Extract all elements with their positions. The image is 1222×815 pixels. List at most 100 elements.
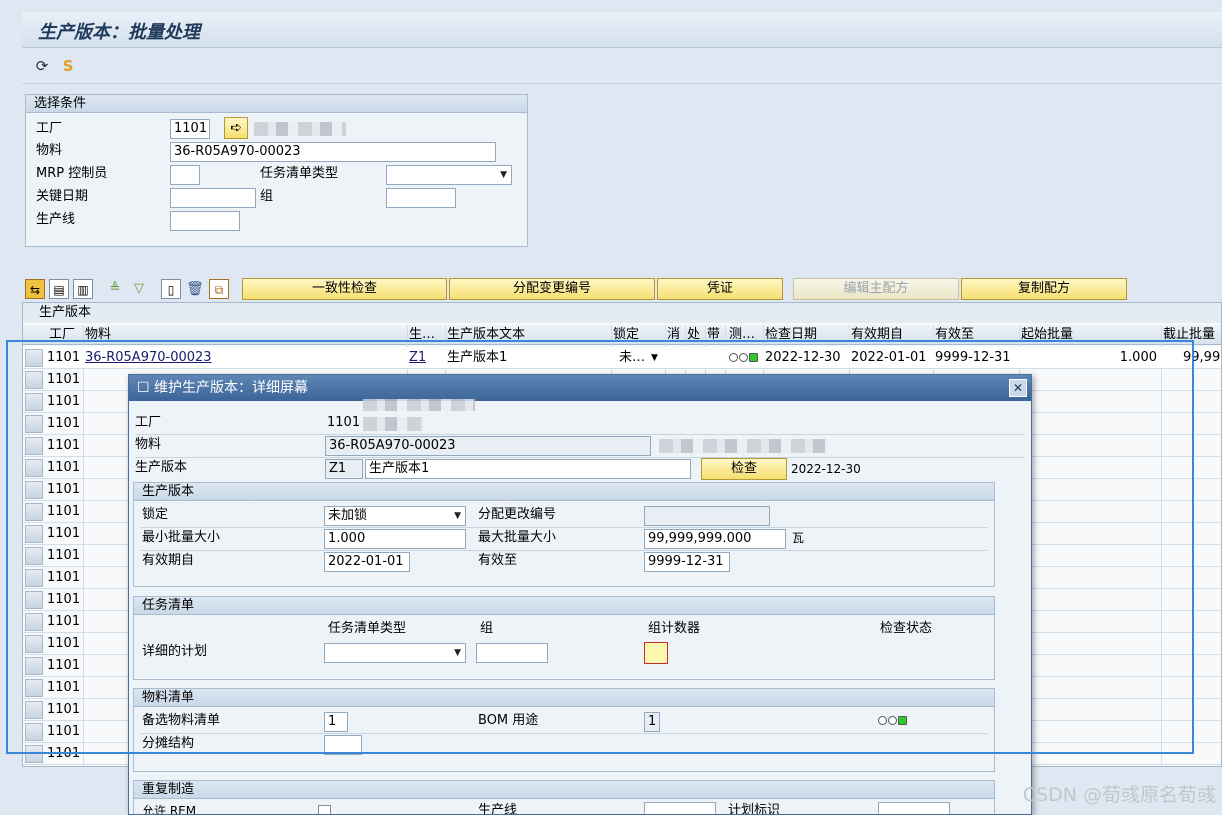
sort-ascending-icon[interactable]: ≜ [105,279,125,299]
row-version-link[interactable]: Z1 [409,347,426,369]
col-valid-from[interactable]: 有效期自 [851,325,935,345]
min-lot-field[interactable]: 1.000 [324,529,466,549]
row-selector[interactable] [25,613,43,631]
lock-dropdown[interactable]: 未加锁 [324,506,466,526]
row-selector[interactable] [25,481,43,499]
row-selector[interactable] [25,415,43,433]
row-selector[interactable] [25,657,43,675]
col-test[interactable]: 测… [729,325,763,345]
row-selector[interactable] [25,547,43,565]
col-process[interactable]: 处 [687,325,705,345]
row-selector[interactable] [25,745,43,763]
row-plant: 1101 [47,350,81,365]
key-date-field[interactable] [170,188,256,208]
select-all-icon[interactable]: ⇆ [25,279,45,299]
apportion-label: 分摊结构 [142,736,195,751]
apportion-field[interactable] [324,735,362,755]
col-plant[interactable]: 工厂 [49,325,81,345]
execute-icon[interactable]: S [58,56,78,76]
filter-icon[interactable]: ▽ [129,279,149,299]
row-selector[interactable] [25,701,43,719]
col-valid-to[interactable]: 有效至 [935,325,1019,345]
plan-id-field[interactable] [878,802,950,814]
select-block-icon[interactable]: ▤ [49,279,69,299]
row-selector[interactable] [25,679,43,697]
dlg-version-text[interactable]: 生产版本1 [365,459,691,479]
edit-master-recipe-button[interactable]: 编辑主配方 [793,278,959,300]
dialog-title-bar[interactable]: ☐ 维护生产版本：详细屏幕 [129,375,1031,401]
row-selector[interactable] [25,503,43,521]
pv-section-header: 生产版本 [134,483,994,501]
dlg-material-label: 物料 [135,437,162,452]
col-version[interactable]: 生… [409,325,443,345]
watermark: CSDN @荀彧原名荀彧 [1022,784,1216,806]
group-field[interactable] [386,188,456,208]
refresh-icon[interactable]: ⟳ [32,56,52,76]
plant-lookup-button[interactable]: ➪ [224,117,248,139]
rem-prod-line-field[interactable] [644,802,716,814]
col-from-lot[interactable]: 起始批量 [1021,325,1159,345]
row-selector[interactable] [25,635,43,653]
detail-plan-label: 详细的计划 [142,644,208,659]
row-selector[interactable] [25,591,43,609]
row-plant: 1101 [47,614,81,629]
check-button[interactable]: 检查 [701,458,787,480]
row-selector[interactable] [25,349,43,367]
allow-rem-label: 允许 REM [142,804,197,815]
table-row[interactable]: 1101 36-R05A970-00023 Z1 生产版本1 未… ▼ 2022… [23,347,1221,369]
col-with[interactable]: 带 [707,325,725,345]
col-lock[interactable]: 锁定 [613,325,663,345]
detail-plan-type-dropdown[interactable] [324,643,466,663]
production-line-field[interactable] [170,211,240,231]
col-consume[interactable]: 消 [667,325,685,345]
row-check-date: 2022-12-30 [765,350,841,365]
consistency-check-button[interactable]: 一致性检查 [242,278,447,300]
key-date-label: 关键日期 [36,189,89,204]
row-plant: 1101 [47,680,81,695]
tasklist-type-dropdown[interactable] [386,165,512,185]
row-selector[interactable] [25,437,43,455]
row-plant: 1101 [47,702,81,717]
min-lot-label: 最小批量大小 [142,530,221,545]
allow-rem-checkbox[interactable] [318,805,331,814]
copy-recipe-button[interactable]: 复制配方 [961,278,1127,300]
col-material[interactable]: 物料 [85,325,405,345]
col-check-date[interactable]: 检查日期 [765,325,849,345]
row-lock-dropdown-icon[interactable]: ▼ [651,347,658,369]
row-selector[interactable] [25,525,43,543]
row-selector[interactable] [25,569,43,587]
plant-field[interactable]: 1101 [170,119,210,139]
row-valid-from: 2022-01-01 [851,350,927,365]
create-icon[interactable]: ▯ [161,279,181,299]
grid-header: 工厂 物料 生… 生产版本文本 锁定 消 处 带 测… 检查日期 有效期自 有效… [23,325,1221,345]
tasklist-section-header: 任务清单 [134,597,994,615]
col-version-text[interactable]: 生产版本文本 [447,325,611,345]
detail-plan-group-field[interactable] [476,643,548,663]
copy-icon[interactable]: ⧉ [209,279,229,299]
voucher-button[interactable]: 凭证 [657,278,783,300]
row-plant: 1101 [47,460,81,475]
row-selector[interactable] [25,393,43,411]
material-field[interactable]: 36-R05A970-00023 [170,142,496,162]
row-plant: 1101 [47,636,81,651]
mrp-controller-field[interactable] [170,165,200,185]
valid-to-field[interactable]: 9999-12-31 [644,552,730,572]
assign-change-number-button[interactable]: 分配变更编号 [449,278,655,300]
deselect-all-icon[interactable]: ▥ [73,279,93,299]
valid-from-field[interactable]: 2022-01-01 [324,552,410,572]
max-lot-field[interactable]: 99,999,999.000 [644,529,786,549]
row-material-link[interactable]: 36-R05A970-00023 [85,347,212,369]
alt-bom-field[interactable]: 1 [324,712,348,732]
redacted-material-desc [659,439,827,453]
detail-plan-counter-field[interactable] [644,642,668,664]
row-selector[interactable] [25,459,43,477]
row-selector[interactable] [25,371,43,389]
row-lock[interactable]: 未… [619,347,645,369]
col-to-lot[interactable]: 截止批量 [1163,325,1221,345]
close-icon[interactable]: ✕ [1009,379,1027,397]
tl-status-col-label: 检查状态 [880,621,933,636]
rem-section: 重复制造 允许 REM 生产线 计划标识 [133,780,995,815]
row-selector[interactable] [25,723,43,741]
row-divider [135,457,1025,458]
delete-icon[interactable]: 🗑 [185,279,205,299]
